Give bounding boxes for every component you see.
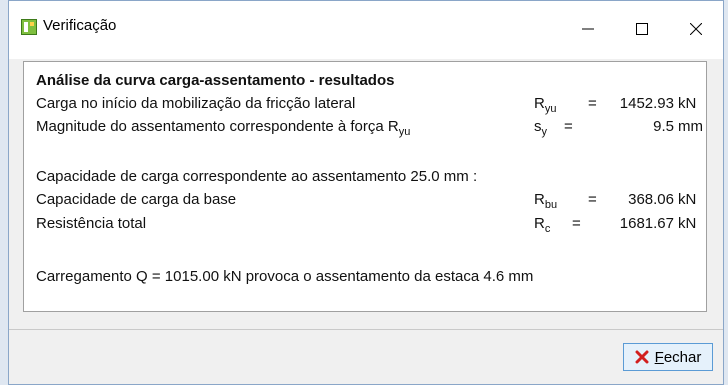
close-button-label: Fechar <box>654 348 702 366</box>
app-window-icon <box>21 19 37 35</box>
row1-symbol: Ryu <box>534 95 557 115</box>
results-panel: Análise da curva carga-assentamento - re… <box>23 61 707 312</box>
row1-label: Carga no início da mobilização da fricçã… <box>36 95 356 112</box>
close-red-x-icon <box>635 350 649 364</box>
row4-unit: kN <box>678 215 697 232</box>
title-bar: Verificação <box>9 1 723 59</box>
maximize-button[interactable] <box>619 11 665 47</box>
close-icon <box>690 23 702 35</box>
row2-value: 9.5 <box>653 118 674 135</box>
row2-symbol: sy <box>534 118 547 138</box>
dialog-window: Verificação Análise da curva carga-assen… <box>8 0 724 385</box>
maximize-icon <box>636 23 648 35</box>
row3-label: Capacidade de carga da base <box>36 191 237 208</box>
results-heading: Análise da curva carga-assentamento - re… <box>36 72 395 89</box>
row1-equals: = <box>588 95 597 112</box>
row4-equals: = <box>572 215 581 232</box>
summary-text: Carregamento Q = 1015.00 kN provoca o as… <box>36 268 534 285</box>
row3-value: 368.06 <box>628 191 674 208</box>
row3-unit: kN <box>678 191 697 208</box>
row4-symbol: Rc <box>534 215 551 235</box>
row1-value: 1452.93 <box>619 95 674 112</box>
row2-unit: mm <box>678 118 703 135</box>
window-title: Verificação <box>43 17 117 34</box>
row3-symbol: Rbu <box>534 191 558 211</box>
row4-label: Resistência total <box>36 215 147 232</box>
close-button[interactable]: Fechar <box>623 343 713 371</box>
row2-label: Magnitude do assentamento correspondente… <box>36 118 411 138</box>
row3-equals: = <box>588 191 597 208</box>
row4-value: 1681.67 <box>619 215 674 232</box>
row1-unit: kN <box>678 95 697 112</box>
minimize-button[interactable] <box>565 11 611 47</box>
footer-divider <box>9 329 723 330</box>
close-window-button[interactable] <box>673 11 719 47</box>
row2-equals: = <box>564 118 573 135</box>
minimize-icon <box>582 28 594 30</box>
section2-heading: Capacidade de carga correspondente ao as… <box>36 168 478 185</box>
